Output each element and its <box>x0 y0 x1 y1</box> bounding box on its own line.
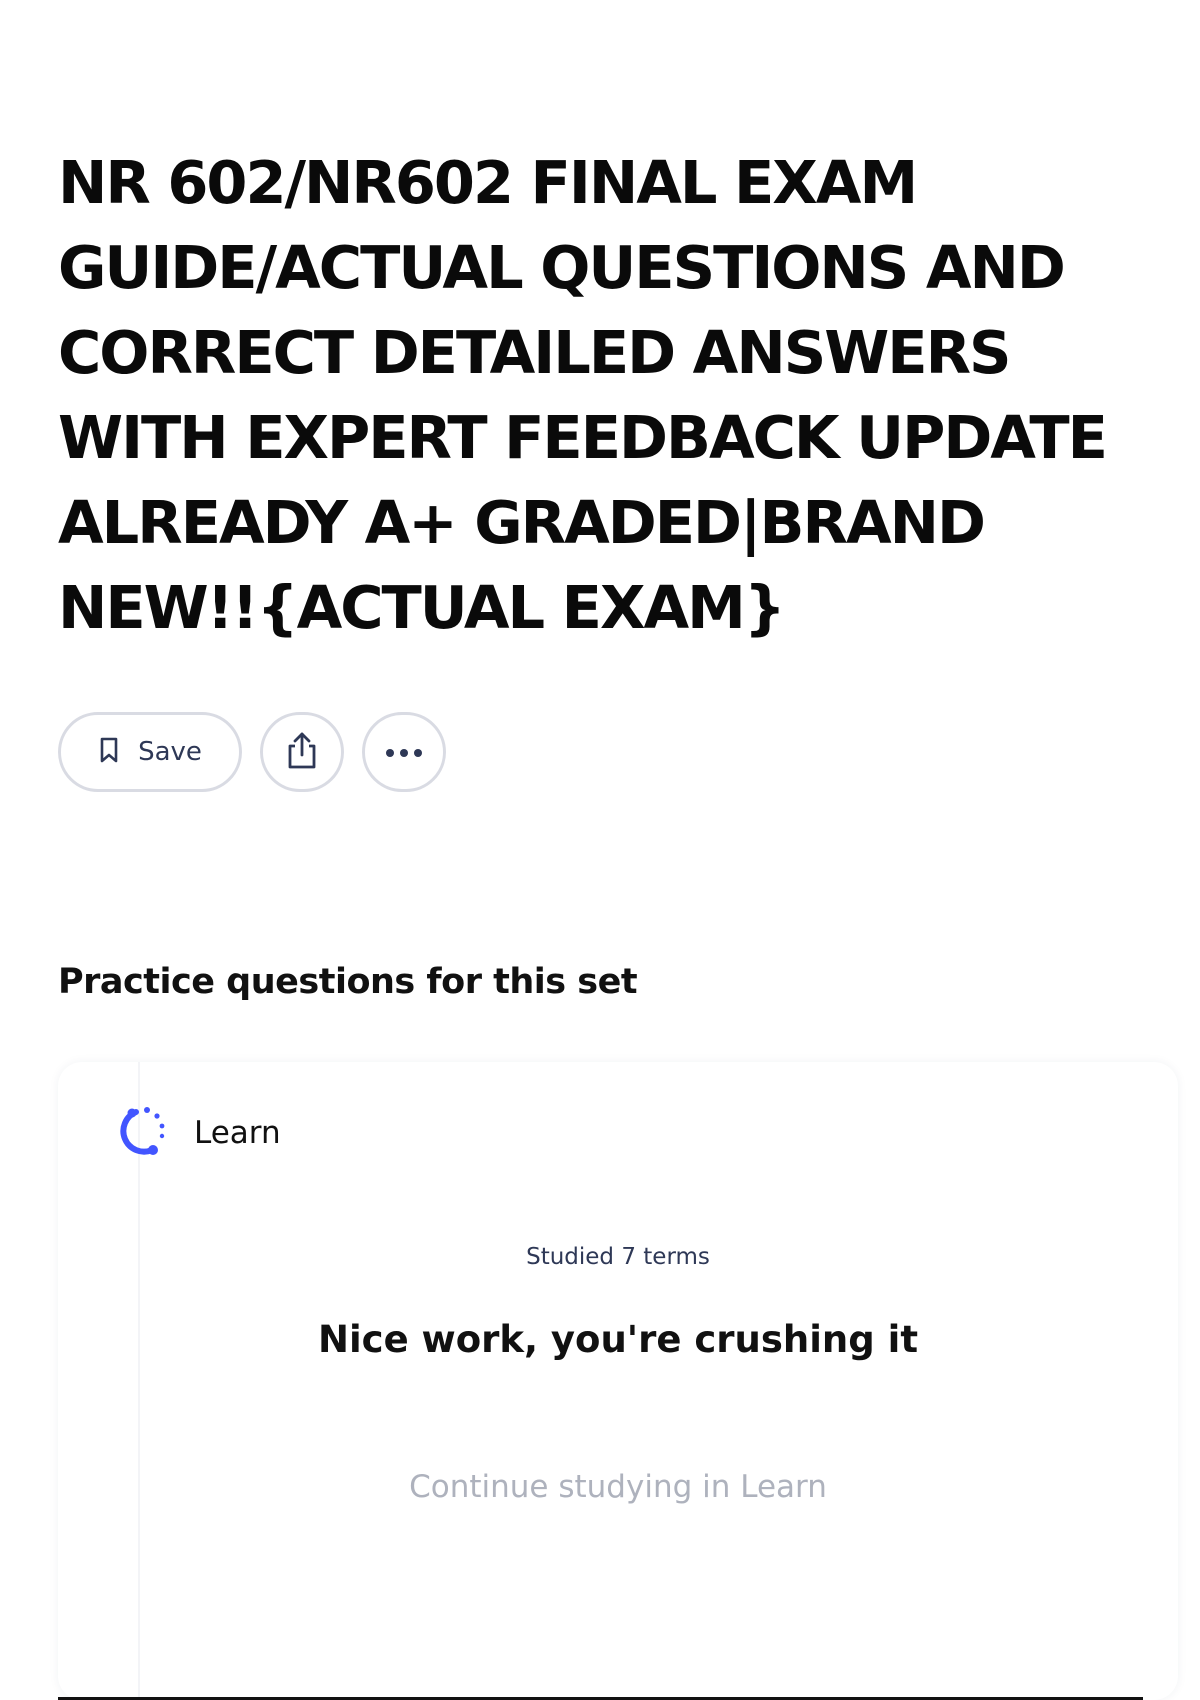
more-options-button[interactable] <box>362 712 446 792</box>
share-icon <box>283 730 321 774</box>
save-label: Save <box>138 737 202 767</box>
more-horizontal-icon <box>384 743 424 762</box>
share-button[interactable] <box>260 712 344 792</box>
learn-progress-icon <box>114 1102 172 1164</box>
bookmark-icon <box>98 736 120 768</box>
encouragement-message: Nice work, you're crushing it <box>317 1318 919 1361</box>
page-title: NR 602/NR602 FINAL EXAM GUIDE/ACTUAL QUE… <box>58 148 1108 642</box>
learn-label: Learn <box>194 1115 281 1151</box>
continue-learn-link[interactable]: Continue studying in Learn <box>58 1469 1178 1505</box>
save-button[interactable]: Save <box>58 712 242 792</box>
learn-card: Learn Studied 7 terms Nice work, you're … <box>58 1062 1178 1700</box>
action-toolbar: Save <box>58 712 446 792</box>
practice-section-heading: Practice questions for this set <box>58 962 638 1002</box>
learn-header: Learn <box>114 1102 281 1164</box>
studied-count: Studied 7 terms <box>526 1244 710 1270</box>
